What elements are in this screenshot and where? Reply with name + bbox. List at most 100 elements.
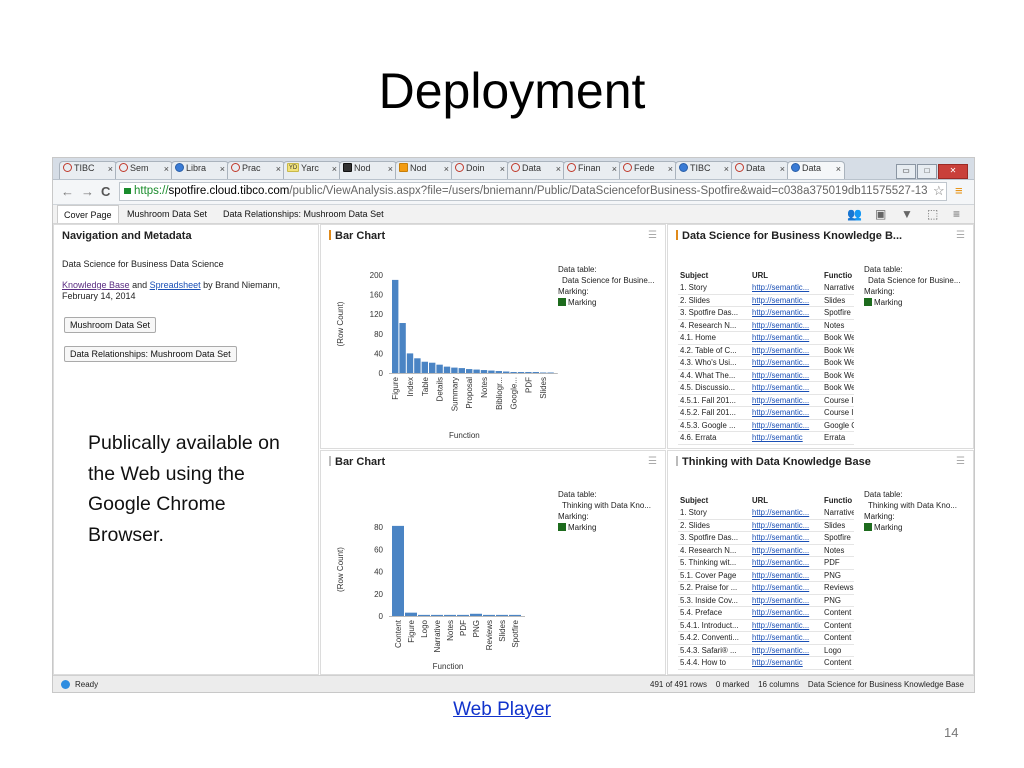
url-cell[interactable]: http://semantic... <box>750 556 822 570</box>
table-row[interactable]: 4. Research N... http://semantic... Notes <box>678 319 854 332</box>
panel-menu-icon[interactable]: ☰ <box>648 230 657 241</box>
close-tab-icon[interactable]: × <box>164 164 169 174</box>
chart-bar[interactable] <box>444 614 456 616</box>
close-tab-icon[interactable]: × <box>276 164 281 174</box>
url-cell[interactable]: http://semantic... <box>750 294 822 307</box>
table-row[interactable]: 4.1. Home http://semantic... Book We <box>678 331 854 345</box>
close-tab-icon[interactable]: × <box>500 164 505 174</box>
back-icon[interactable]: ← <box>61 184 74 199</box>
column-header[interactable]: Functio <box>822 269 854 282</box>
mushroom-data-set-button[interactable]: Mushroom Data Set <box>64 317 157 333</box>
table-row[interactable]: 5.4.1. Introduct... http://semantic... Con… <box>678 619 854 632</box>
panel-menu-icon[interactable]: ☰ <box>956 230 965 241</box>
expand-icon[interactable]: ⬚ <box>927 207 938 221</box>
panel-menu-icon[interactable]: ☰ <box>648 456 657 467</box>
table-row[interactable]: 4.3. Who's Usi... http://semantic... Book … <box>678 356 854 370</box>
tab-cover-page[interactable]: Cover Page <box>57 205 119 223</box>
tab-mushroom-data-set[interactable]: Mushroom Data Set <box>121 205 213 223</box>
url-cell[interactable]: http://semantic... <box>750 606 822 620</box>
chart-bar[interactable] <box>429 362 436 373</box>
spreadsheet-link[interactable]: Spreadsheet <box>150 280 201 290</box>
chart-bar[interactable] <box>392 279 399 373</box>
close-tab-icon[interactable]: × <box>220 164 225 174</box>
bar-chart-1[interactable]: 0 40 80 120 160 200 (Row Count) Figure Index Tabl… <box>329 245 559 449</box>
tab-data-relationships[interactable]: Data Relationships: Mushroom Data Set <box>217 205 390 223</box>
chart-bar[interactable] <box>399 323 406 373</box>
chart-bar[interactable] <box>392 525 404 616</box>
table-row[interactable]: 4.4. What The... http://semantic... Book W… <box>678 369 854 382</box>
close-tab-icon[interactable]: × <box>108 164 113 174</box>
chrome-menu-icon[interactable]: ≡ <box>955 183 963 198</box>
panel-menu-icon[interactable]: ☰ <box>956 456 965 467</box>
table-row[interactable]: 4.6. Errata http://semantic Errata <box>678 431 854 445</box>
browser-tab[interactable]: Libra × <box>171 161 229 179</box>
chart-bar[interactable] <box>451 367 458 373</box>
close-tab-icon[interactable]: × <box>388 164 393 174</box>
close-tab-icon[interactable]: × <box>724 164 729 174</box>
chart-bar[interactable] <box>480 370 488 373</box>
url-cell[interactable]: http://semantic... <box>750 531 822 545</box>
column-header[interactable]: Subject <box>678 494 750 507</box>
table-row[interactable]: 5.2. Praise for ... http://semantic... Rev… <box>678 581 854 595</box>
url-cell[interactable]: http://semantic... <box>750 644 822 657</box>
chart-bar[interactable] <box>495 371 502 373</box>
url-cell[interactable]: http://semantic... <box>750 569 822 582</box>
chart-bar[interactable] <box>496 614 508 616</box>
url-cell[interactable]: http://semantic... <box>750 381 822 395</box>
close-tab-icon[interactable]: × <box>836 164 841 174</box>
url-cell[interactable]: http://semantic... <box>750 282 822 295</box>
table-row[interactable]: 2. Slides http://semantic... Slides <box>678 294 854 307</box>
chart-bar[interactable] <box>503 371 510 373</box>
table-row[interactable]: 3. Spotfire Das... http://semantic... Spot… <box>678 531 854 545</box>
url-cell[interactable]: http://semantic... <box>750 406 822 420</box>
url-cell[interactable]: http://semantic... <box>750 319 822 332</box>
url-cell[interactable]: http://semantic... <box>750 594 822 607</box>
url-cell[interactable]: http://semantic... <box>750 369 822 382</box>
url-cell[interactable]: http://semantic... <box>750 631 822 645</box>
url-cell[interactable]: http://semantic... <box>750 619 822 632</box>
close-window-icon[interactable]: ✕ <box>938 164 968 179</box>
browser-tab[interactable]: Sem × <box>115 161 173 179</box>
chart-bar[interactable] <box>532 372 539 373</box>
url-cell[interactable]: http://semantic... <box>750 544 822 557</box>
bookmark-star-icon[interactable]: ☆ <box>933 183 945 199</box>
url-cell[interactable]: http://semantic... <box>750 331 822 345</box>
close-tab-icon[interactable]: × <box>612 164 617 174</box>
table-row[interactable]: 3. Spotfire Das... http://semantic... Spot… <box>678 306 854 320</box>
url-cell[interactable]: http://semantic... <box>750 507 822 520</box>
chart-bar[interactable] <box>540 372 547 374</box>
chart-bar[interactable] <box>421 361 428 373</box>
chart-bar[interactable] <box>473 369 480 373</box>
reload-icon[interactable]: C <box>101 184 110 199</box>
column-header[interactable]: Functio <box>822 494 854 507</box>
chart-bar[interactable] <box>405 612 417 616</box>
knowledge-base-table[interactable]: Subject URL Functio 1. Story http://semantic… <box>678 269 854 445</box>
knowledge-base-link[interactable]: Knowledge Base <box>62 280 130 290</box>
filter-icon[interactable]: ▼ <box>901 207 913 221</box>
column-header[interactable]: URL <box>750 269 822 282</box>
chart-bar[interactable] <box>458 368 465 373</box>
close-tab-icon[interactable]: × <box>668 164 673 174</box>
chart-bar[interactable] <box>457 614 469 616</box>
chart-bar[interactable] <box>414 358 421 373</box>
table-row[interactable]: 5.3. Inside Cov... http://semantic... PNG <box>678 594 854 607</box>
table-row[interactable]: 5.1. Cover Page http://semantic... PNG <box>678 569 854 582</box>
table-row[interactable]: 1. Story http://semantic... Narrative <box>678 282 854 295</box>
table-row[interactable]: 4. Research N... http://semantic... Notes <box>678 544 854 557</box>
chart-bar[interactable] <box>525 372 532 373</box>
chart-bar[interactable] <box>466 369 473 373</box>
chart-bar[interactable] <box>488 370 495 373</box>
web-player-link[interactable]: Web Player <box>0 699 1004 721</box>
browser-tab[interactable]: Fede × <box>619 161 677 179</box>
table-row[interactable]: 5.4.4. How to http://semantic Content <box>678 656 854 670</box>
menu-icon[interactable]: ≡ <box>953 207 960 221</box>
table-row[interactable]: 5.4.2. Conventi... http://semantic... Cont… <box>678 631 854 645</box>
url-input[interactable]: https://spotfire.cloud.tibco.com/public/… <box>119 182 947 201</box>
minimize-icon[interactable]: ▭ <box>896 164 916 179</box>
table-row[interactable]: 4.2. Table of C... http://semantic... Book… <box>678 344 854 357</box>
table-row[interactable]: 2. Slides http://semantic... Slides <box>678 519 854 532</box>
browser-tab[interactable]: Data × <box>731 161 789 179</box>
chart-bar[interactable] <box>509 614 521 616</box>
table-row[interactable]: 1. Story http://semantic... Narrative <box>678 507 854 520</box>
chart-bar[interactable] <box>483 614 495 616</box>
